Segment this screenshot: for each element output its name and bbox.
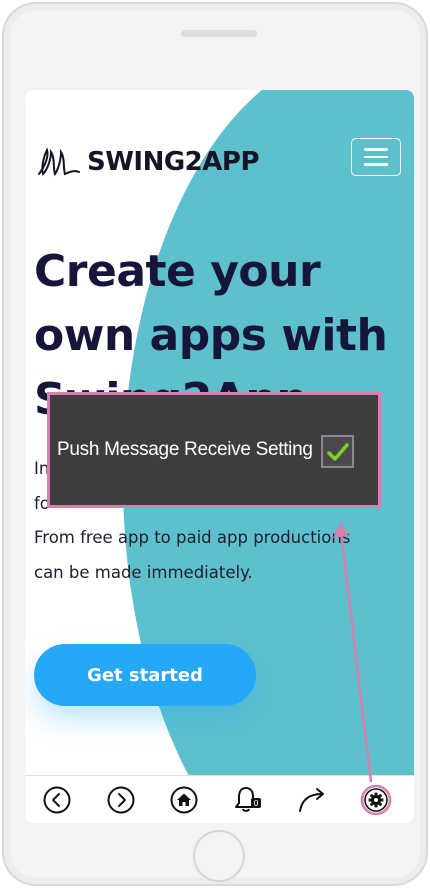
menu-bar-icon [364,155,388,159]
push-setting-popup: Push Message Receive Setting [47,392,381,508]
settings-button[interactable] [354,776,398,823]
bell-icon: 0 [235,787,261,812]
get-started-button[interactable]: Get started [34,644,256,706]
gear-icon [360,784,392,816]
logo-mark-icon [38,147,80,177]
brand-logo[interactable]: SWING2APP [35,142,260,182]
home-icon [170,786,198,814]
notification-badge: 0 [253,799,258,808]
speaker-grille [181,30,257,37]
forward-button[interactable] [99,776,143,823]
checkmark-icon [326,442,349,461]
push-setting-label: Push Message Receive Setting [57,439,313,460]
chevron-left-icon [43,786,71,814]
notifications-button[interactable]: 0 [226,776,270,823]
menu-bar-icon [364,163,388,166]
chevron-right-icon [107,786,135,814]
phone-home-button[interactable] [193,830,245,882]
logo-text: SWING2APP [87,147,260,177]
menu-bar-icon [364,148,388,151]
share-arrow-icon [299,788,324,812]
bottom-navigation-bar: 0 [25,775,414,823]
back-button[interactable] [35,776,79,823]
share-button[interactable] [291,776,335,823]
home-button[interactable] [162,776,206,823]
push-setting-checkbox[interactable] [321,435,354,468]
hamburger-menu-button[interactable] [351,138,401,176]
